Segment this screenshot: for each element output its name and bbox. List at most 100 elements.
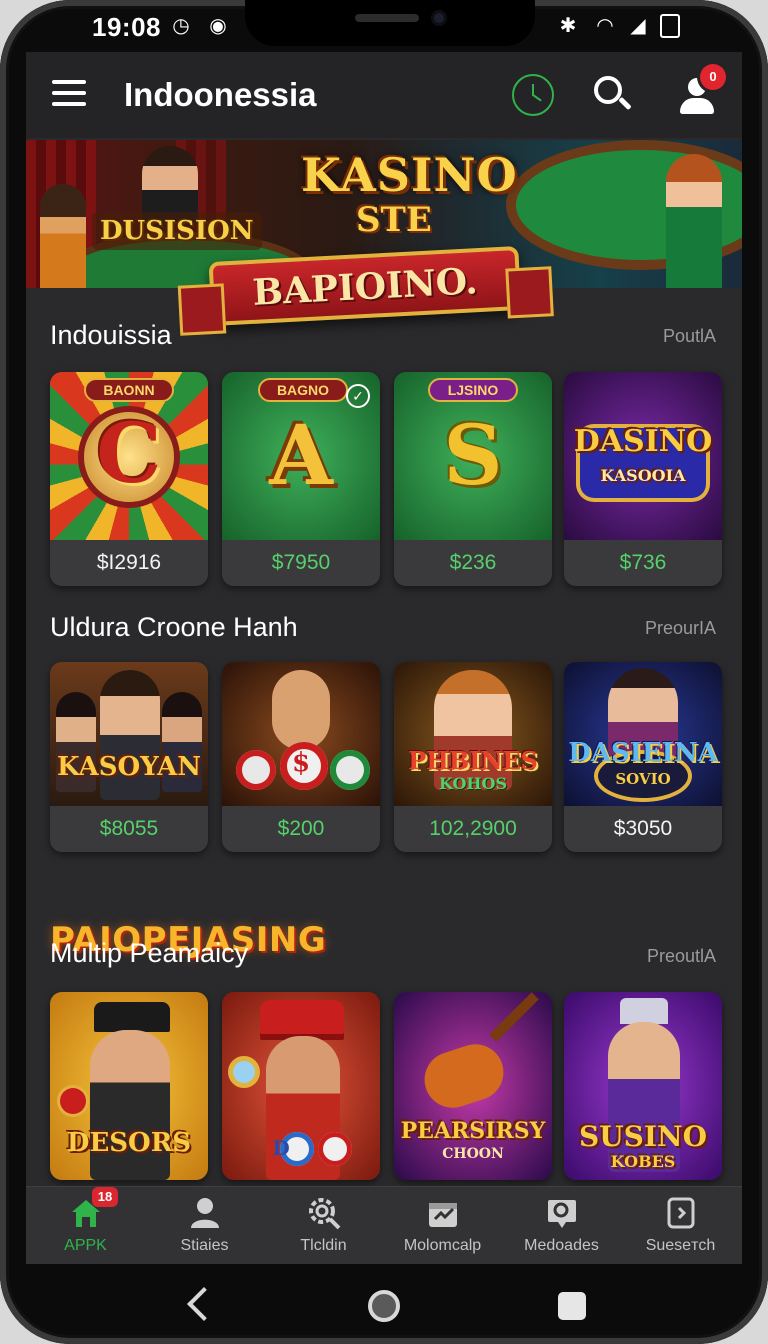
game-art: LJSINO S [394,372,552,540]
game-price: $I2916 [96,551,162,574]
nav-badge: 18 [92,1187,118,1207]
section-link-3[interactable]: PreoutlA [647,946,716,967]
game-card[interactable]: PEARSIRSY CHOON [394,992,552,1180]
game-title: DESORS [66,1128,192,1158]
game-art: D [222,992,380,1180]
profile-icon[interactable]: 0 [676,64,726,116]
banner-headline: KASINO [301,148,518,202]
game-art: DESORS [50,992,208,1180]
game-title: PEARSIRSY [400,1118,546,1144]
nav-item-molomcalp[interactable]: Molomcalp [383,1187,502,1264]
game-title: DASINO [573,424,713,459]
hamburger-menu-icon[interactable] [52,80,86,108]
home-button-icon[interactable] [368,1290,400,1322]
verified-check-icon: ✓ [346,384,370,408]
section-link-1[interactable]: PoutlA [663,326,716,347]
nav-label: Molomcalp [403,1237,482,1254]
nav-label: Stiaies [180,1237,229,1254]
battery-icon [660,14,680,38]
wifi-icon: ◠ [596,15,614,37]
game-card[interactable]: PHBINES KOHOS 102,2900 [394,662,552,852]
gear-search-icon [306,1195,342,1231]
banner-sign: DUSISION [92,212,262,250]
game-title: C [96,406,162,502]
game-title: KASOYAN [57,752,201,782]
game-tag: BAGNO [258,378,348,402]
section-title-3: Multip Peamaicy [50,938,249,968]
bottom-navigation: 18 APPK Stiaies Tlcldin Molomcalp Medoad… [26,1186,742,1264]
game-subtitle: KOHOS [438,774,508,793]
nav-label: APPK [64,1237,107,1254]
section-link-2[interactable]: PreourIA [645,618,716,639]
game-subtitle: CHOON [442,1146,504,1162]
game-subtitle: SOVIO [615,770,671,788]
game-subtitle: KOBES [610,1152,676,1171]
game-price: $3050 [613,817,673,840]
game-card[interactable]: KASOYAN $8055 [50,662,208,852]
tablet-icon [663,1195,699,1231]
notification-badge: 0 [700,64,726,90]
game-card[interactable]: BAGNO ✓ A $7950 [222,372,380,586]
phone-frame: 19:08 ◷ ◉ ✱ ◠ ◢ Indoonessia 0 DUSISION K… [0,0,768,1344]
game-art: PEARSIRSY CHOON [394,992,552,1180]
game-tag: LJSINO [428,378,518,402]
game-card[interactable]: SUSINO KOBES [564,992,722,1180]
game-price: $8055 [99,817,159,840]
history-clock-icon[interactable] [512,74,554,116]
game-art: BAONN C [50,372,208,540]
nav-label: Tlcldin [300,1237,347,1254]
game-tag: BAONN [84,378,174,402]
nav-label: Sueseтch [645,1237,716,1254]
game-card[interactable]: DASIEINA SOVIO $3050 [564,662,722,852]
game-subtitle: KASOOIA [600,466,686,485]
waitress-figure [666,154,722,288]
sync-icon: ◉ [209,15,227,37]
game-art: BAGNO ✓ A [222,372,380,540]
game-price: $236 [449,551,497,574]
game-card[interactable]: DASINO KASOOIA $736 [564,372,722,586]
nav-item-appk[interactable]: 18 APPK [26,1187,145,1264]
game-art: PHBINES KOHOS [394,662,552,806]
game-title: PHBINES [408,746,538,775]
nav-item-suesetch[interactable]: Sueseтch [621,1187,740,1264]
game-card[interactable]: D [222,992,380,1180]
game-card[interactable]: LJSINO S $236 [394,372,552,586]
game-card[interactable]: DESORS [50,992,208,1180]
search-icon[interactable] [592,74,634,116]
game-title: DASIEINA [568,738,718,768]
game-art: $ [222,662,380,806]
ribbon-text: BAPIOINO. [251,260,479,314]
game-title: S [443,408,503,504]
game-title: A [269,408,333,504]
message-icon [544,1195,580,1231]
status-time: 19:08 [92,12,161,42]
game-art: DASINO KASOOIA [564,372,722,540]
game-title: D [272,1136,290,1160]
app-screen: Indoonessia 0 DUSISION KASINO STE Indoui… [26,52,742,1264]
nav-item-stiaies[interactable]: Stiaies [145,1187,264,1264]
signal-icon: ◢ [630,15,646,37]
app-bar: Indoonessia 0 [26,52,742,138]
game-art: SUSINO KOBES [564,992,722,1180]
nav-item-tlcldin[interactable]: Tlcldin [264,1187,383,1264]
app-title: Indoonessia [124,76,317,113]
status-bar: 19:08 ◷ ◉ ✱ ◠ ◢ [0,0,768,52]
game-price: 102,2900 [429,817,517,840]
recent-apps-icon[interactable] [558,1292,586,1320]
game-price: $200 [277,817,325,840]
banner-subline: STE [356,200,432,240]
game-card[interactable]: $ $200 [222,662,380,852]
game-price: $736 [619,551,667,574]
nav-item-medoades[interactable]: Medoades [502,1187,621,1264]
game-title: $ [291,748,311,778]
bluetooth-icon: ✱ [559,15,577,37]
back-icon[interactable] [184,1286,214,1322]
nav-label: Medoades [524,1237,599,1254]
calendar-icon [425,1195,461,1231]
game-card[interactable]: BAONN C $I2916 [50,372,208,586]
alarm-icon: ◷ [172,15,190,37]
section-title-1: Indouissia [50,320,172,350]
game-art: DASIEINA SOVIO [564,662,722,806]
system-navigation-bar [0,1264,768,1344]
game-price: $7950 [271,551,331,574]
